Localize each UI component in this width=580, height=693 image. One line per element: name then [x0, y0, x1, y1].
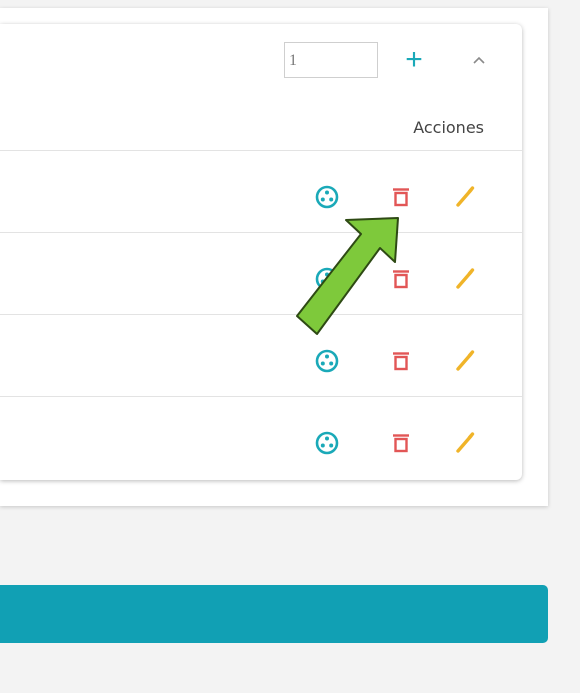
plus-icon: +: [405, 43, 423, 76]
view-button[interactable]: [311, 345, 343, 377]
view-icon: [311, 427, 343, 459]
actions-column-header: Acciones: [413, 118, 484, 137]
table-row: [0, 314, 522, 396]
pencil-icon: [449, 181, 481, 213]
view-button[interactable]: [311, 181, 343, 213]
edit-button[interactable]: [449, 345, 481, 377]
edit-button[interactable]: [449, 181, 481, 213]
table-row: [0, 396, 522, 478]
primary-action-button[interactable]: [0, 585, 548, 643]
trash-icon: [385, 263, 417, 295]
view-button[interactable]: [311, 263, 343, 295]
table-row: [0, 232, 522, 314]
quantity-input[interactable]: [284, 42, 378, 78]
collapse-button[interactable]: [464, 46, 494, 74]
edit-button[interactable]: [449, 427, 481, 459]
delete-button[interactable]: [385, 427, 417, 459]
add-row-button[interactable]: +: [398, 44, 430, 76]
view-button[interactable]: [311, 427, 343, 459]
delete-button[interactable]: [385, 263, 417, 295]
view-icon: [311, 181, 343, 213]
trash-icon: [385, 427, 417, 459]
delete-button[interactable]: [385, 345, 417, 377]
edit-button[interactable]: [449, 263, 481, 295]
chevron-up-icon: [473, 56, 485, 64]
view-icon: [311, 345, 343, 377]
pencil-icon: [449, 427, 481, 459]
view-icon: [311, 263, 343, 295]
pencil-icon: [449, 263, 481, 295]
trash-icon: [385, 181, 417, 213]
delete-button[interactable]: [385, 181, 417, 213]
trash-icon: [385, 345, 417, 377]
pencil-icon: [449, 345, 481, 377]
table-row: [0, 150, 522, 232]
